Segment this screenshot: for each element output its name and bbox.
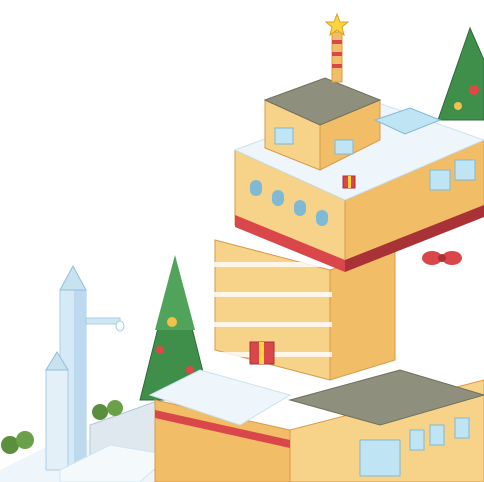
tower-lower (45, 369, 69, 471)
tower-shadow (74, 290, 86, 470)
ribbon-bow-icon (422, 251, 462, 265)
snowman (115, 320, 125, 332)
rooftop-spire (331, 31, 343, 83)
tower-spire (59, 264, 87, 291)
christmas-tree-icon (437, 26, 484, 121)
game-scene (0, 12, 484, 482)
gift-box-icon (342, 175, 356, 189)
tower-bridge (85, 317, 121, 325)
gift-box-icon (249, 341, 275, 365)
